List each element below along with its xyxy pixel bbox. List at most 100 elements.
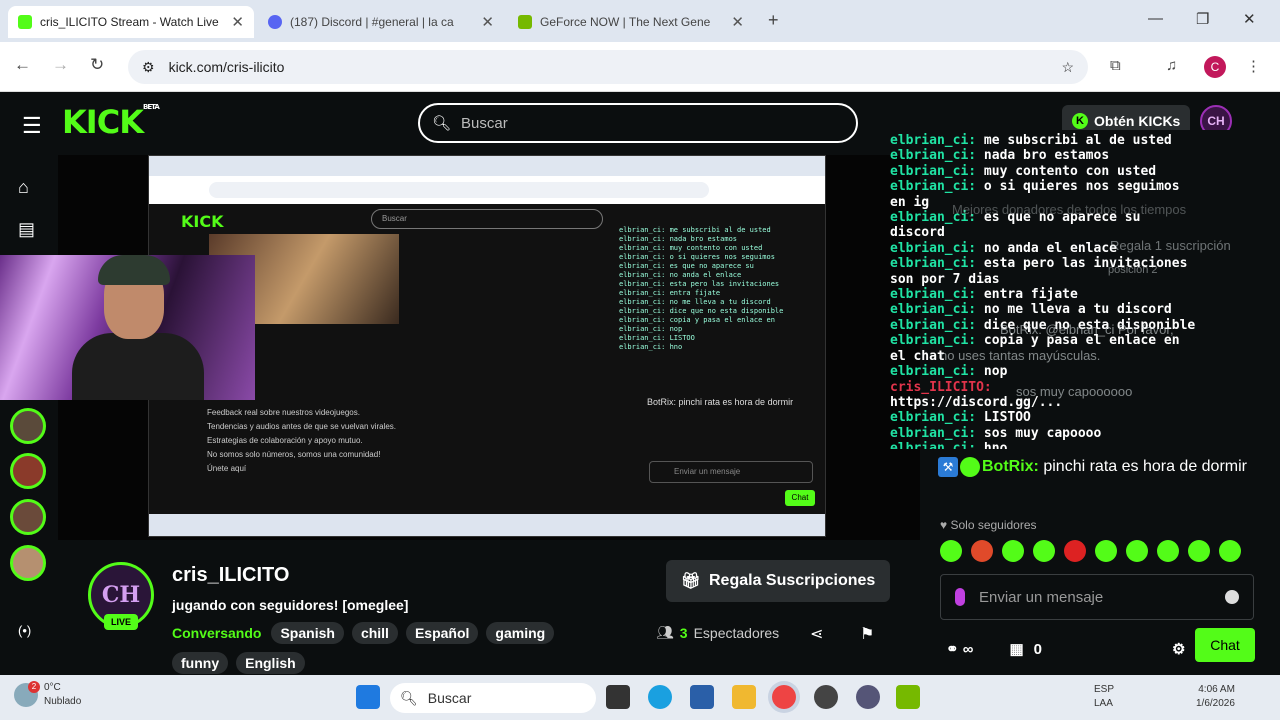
share-icon[interactable]: ⋖ bbox=[810, 624, 823, 644]
forward-icon[interactable]: → bbox=[52, 55, 69, 75]
chat-username[interactable]: elbrian_ci: bbox=[890, 318, 976, 333]
tag-chip[interactable]: gaming bbox=[486, 622, 555, 644]
emote-icon[interactable] bbox=[940, 540, 962, 562]
file-explorer-icon[interactable] bbox=[732, 685, 756, 709]
emoji-picker-icon[interactable] bbox=[1225, 590, 1239, 604]
reload-icon[interactable]: ↻ bbox=[90, 55, 104, 75]
emote-icon[interactable] bbox=[1188, 540, 1210, 562]
close-tab-icon[interactable]: ✕ bbox=[231, 13, 244, 31]
url-field[interactable]: ⚙ kick.com/cris-ilicito ☆ bbox=[128, 50, 1088, 84]
reading-mode-icon[interactable]: ⧉ bbox=[1110, 57, 1121, 74]
chat-username[interactable]: elbrian_ci: bbox=[890, 302, 976, 317]
notification-badge: 2 bbox=[28, 681, 40, 693]
weather-widget[interactable]: 2 0°C Nublado bbox=[14, 681, 81, 709]
kick-logo[interactable]: KICKBETA bbox=[62, 103, 160, 141]
chat-username[interactable]: elbrian_ci: bbox=[890, 441, 976, 449]
taskbar-search[interactable]: 🔍︎ Buscar bbox=[390, 683, 596, 713]
chat-username[interactable]: elbrian_ci: bbox=[890, 179, 976, 194]
restore-icon[interactable]: ❐ bbox=[1196, 10, 1209, 28]
emote-icon[interactable] bbox=[1126, 540, 1148, 562]
gift-subscriptions-button[interactable]: 🎁︎ Regala Suscripciones bbox=[666, 560, 890, 602]
chat-username[interactable]: elbrian_ci: bbox=[890, 133, 976, 148]
emote-icon[interactable] bbox=[971, 540, 993, 562]
chat-line: elbrian_ci: sos muy capoooo bbox=[890, 426, 1280, 441]
home-icon[interactable]: ⌂ bbox=[18, 177, 29, 198]
tab-discord[interactable]: (187) Discord | #general | la ca ✕ bbox=[258, 6, 504, 38]
chat-username[interactable]: elbrian_ci: bbox=[890, 164, 976, 179]
emote-icon[interactable] bbox=[1033, 540, 1055, 562]
chat-input[interactable]: Enviar un mensaje bbox=[940, 574, 1254, 620]
settings-app-icon[interactable] bbox=[856, 685, 880, 709]
chat-username[interactable]: elbrian_ci: bbox=[890, 287, 976, 302]
search-placeholder: Buscar bbox=[461, 114, 508, 132]
followed-channel-avatar[interactable] bbox=[10, 408, 46, 444]
chrome-icon[interactable] bbox=[772, 685, 796, 709]
tag-chip[interactable]: chill bbox=[351, 622, 398, 644]
chat-send-button[interactable]: Chat bbox=[1195, 628, 1255, 662]
shared-description: Feedback real sobre nuestros videojuegos… bbox=[207, 408, 397, 473]
close-tab-icon[interactable]: ✕ bbox=[481, 13, 494, 31]
emote-icon[interactable] bbox=[1064, 540, 1086, 562]
gift-icon: 🎁︎ bbox=[680, 573, 701, 590]
tag-chip[interactable]: English bbox=[236, 652, 305, 674]
hamburger-menu-icon[interactable]: ☰ bbox=[22, 113, 42, 139]
discord-favicon-icon bbox=[268, 15, 282, 29]
followed-channel-avatar[interactable] bbox=[10, 453, 46, 489]
chat-username[interactable]: cris_ILICITO: bbox=[890, 380, 992, 395]
browser-menu-icon[interactable]: ⋮ bbox=[1246, 57, 1261, 75]
tab-geforce-now[interactable]: GeForce NOW | The Next Gene ✕ bbox=[508, 6, 754, 38]
emote-icon[interactable] bbox=[1219, 540, 1241, 562]
category-link[interactable]: Conversando bbox=[172, 625, 261, 641]
windows-start-icon[interactable] bbox=[356, 685, 380, 709]
connect-icon[interactable]: (•) bbox=[18, 623, 31, 638]
report-icon[interactable]: ⚑ bbox=[860, 624, 874, 644]
chat-username[interactable]: elbrian_ci: bbox=[890, 241, 976, 256]
chat-text: nada bro estamos bbox=[976, 148, 1110, 164]
chat-text: entra fijate bbox=[976, 287, 1078, 303]
tab-kick[interactable]: cris_ILICITO Stream - Watch Live ✕ bbox=[8, 6, 254, 38]
profile-avatar[interactable]: C bbox=[1204, 56, 1226, 78]
chat-username[interactable]: elbrian_ci: bbox=[890, 148, 976, 163]
kicks-infinity-icon[interactable]: ⚭ ∞ bbox=[946, 640, 973, 658]
back-icon[interactable]: ← bbox=[14, 55, 31, 75]
nvidia-favicon-icon bbox=[518, 15, 532, 29]
nvidia-app-icon[interactable] bbox=[896, 685, 920, 709]
chat-username[interactable]: elbrian_ci: bbox=[890, 426, 976, 441]
followed-channel-avatar[interactable] bbox=[10, 499, 46, 535]
viewers-icon: 👥︎ bbox=[656, 624, 674, 640]
emote-icon[interactable] bbox=[1095, 540, 1117, 562]
input-language[interactable]: ESP LAA bbox=[1094, 683, 1114, 711]
followed-channel-avatar[interactable] bbox=[10, 545, 46, 581]
bookmark-star-icon[interactable]: ☆ bbox=[1061, 59, 1074, 76]
browse-icon[interactable]: ▤ bbox=[18, 219, 35, 240]
task-view-icon[interactable] bbox=[606, 685, 630, 709]
new-tab-icon[interactable]: + bbox=[768, 10, 779, 31]
shared-search: Buscar bbox=[371, 209, 603, 229]
chat-username[interactable]: elbrian_ci: bbox=[890, 364, 976, 379]
channel-name[interactable]: cris_ILICITO bbox=[172, 564, 289, 587]
weather-desc: Nublado bbox=[44, 696, 82, 707]
tag-chip[interactable]: funny bbox=[172, 652, 229, 674]
tag-chip[interactable]: Español bbox=[405, 622, 479, 644]
close-window-icon[interactable]: ✕ bbox=[1243, 10, 1256, 28]
search-input[interactable]: 🔍︎ Buscar bbox=[418, 103, 858, 143]
edge-icon[interactable] bbox=[648, 685, 672, 709]
bot-username[interactable]: BotRix: bbox=[982, 458, 1039, 475]
gift-label: Regala Suscripciones bbox=[709, 572, 876, 589]
site-settings-icon[interactable]: ⚙ bbox=[142, 59, 155, 76]
emote-icon[interactable] bbox=[1157, 540, 1179, 562]
chat-username[interactable]: elbrian_ci: bbox=[890, 410, 976, 425]
tag-chip[interactable]: Spanish bbox=[271, 622, 344, 644]
store-icon[interactable]: ▦ bbox=[1009, 640, 1023, 658]
store-app-icon[interactable] bbox=[690, 685, 714, 709]
chat-username[interactable]: elbrian_ci: bbox=[890, 256, 976, 271]
emote-icon[interactable] bbox=[1002, 540, 1024, 562]
system-clock[interactable]: 4:06 AM 1/6/2026 bbox=[1196, 683, 1235, 711]
minimize-icon[interactable]: — bbox=[1148, 10, 1163, 27]
app-icon[interactable] bbox=[814, 685, 838, 709]
media-control-icon[interactable]: ♫ bbox=[1166, 57, 1177, 74]
chat-username[interactable]: elbrian_ci: bbox=[890, 333, 976, 348]
chat-text: no anda el enlace bbox=[976, 240, 1117, 256]
close-tab-icon[interactable]: ✕ bbox=[731, 13, 744, 31]
chat-settings-icon[interactable]: ⚙ bbox=[1172, 640, 1185, 658]
